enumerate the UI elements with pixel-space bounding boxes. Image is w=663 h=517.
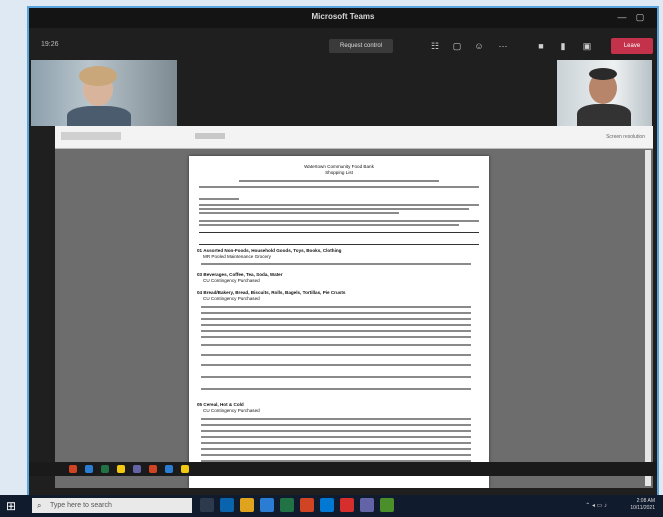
table-row [201, 418, 471, 420]
table-row [201, 454, 471, 456]
table-row [201, 324, 471, 326]
participant-body [577, 104, 631, 126]
subsection-heading: MR Pooled Maintenance Grocery [203, 254, 271, 259]
chat-icon[interactable]: ▢ [451, 40, 463, 52]
doc-line [199, 220, 479, 222]
scrollbar[interactable] [645, 150, 651, 486]
app-icon[interactable] [380, 498, 394, 512]
more-icon[interactable]: ⋯ [497, 40, 509, 52]
clock-time: 2:08 AM [636, 498, 655, 504]
meeting-timer: 19:26 [41, 41, 59, 48]
shared-screen: Screen resolution Watertown Community Fo… [55, 126, 653, 488]
table-row [201, 448, 471, 450]
app-icon[interactable] [69, 465, 77, 473]
table-header-rule [199, 232, 479, 233]
title-bar: Microsoft Teams — ▢ [29, 8, 657, 28]
doc-line [199, 224, 459, 226]
filmstrip-bar [29, 462, 657, 476]
table-row [201, 442, 471, 444]
section-heading: 05 Cereal, Hot & Cold [197, 402, 244, 407]
app-icon[interactable] [85, 465, 93, 473]
section-heading: 01 Assorted Non-Foods, Household Goods, … [197, 248, 342, 253]
app-icon[interactable] [101, 465, 109, 473]
taskbar-clock[interactable]: 2:08 AM 10/11/2021 [630, 498, 655, 512]
doc-line [199, 198, 239, 200]
pdf-tools[interactable] [61, 132, 121, 140]
doc-line [199, 212, 399, 214]
system-tray[interactable]: ⌃ ◂ ▭ ♪ [585, 502, 607, 509]
table-row [201, 344, 471, 346]
request-control-button[interactable]: Request control [329, 39, 393, 53]
table-row [201, 263, 471, 265]
table-row [201, 364, 471, 366]
table-row [201, 330, 471, 332]
participant-hair [589, 68, 617, 80]
doc-subtitle [239, 180, 439, 182]
section-heading: 03 Beverages, Coffee, Tea, Soda, Water [197, 272, 283, 277]
powerpoint-icon[interactable] [300, 498, 314, 512]
subsection-heading: CU Contingency Purchased [203, 278, 260, 283]
edge-icon[interactable] [220, 498, 234, 512]
mic-icon[interactable]: ▮ [557, 40, 569, 52]
table-row [201, 388, 471, 390]
app-icon[interactable] [149, 465, 157, 473]
clock-date: 10/11/2021 [630, 505, 655, 511]
file-explorer-icon[interactable] [240, 498, 254, 512]
participant-video-1[interactable] [31, 60, 177, 126]
participant-video-2[interactable] [557, 60, 652, 126]
pdf-toolbar: Screen resolution [55, 126, 653, 149]
doc-line [199, 204, 479, 206]
doc-line [199, 208, 469, 210]
outlook-icon[interactable] [320, 498, 334, 512]
windows-logo-icon[interactable]: ⊞ [6, 499, 16, 513]
table-row [201, 354, 471, 356]
document-page: Watertown Community Food Bank Shopping L… [189, 156, 489, 488]
table-row [201, 306, 471, 308]
camera-icon[interactable]: ■ [535, 40, 547, 52]
share-icon[interactable]: ▣ [581, 40, 593, 52]
table-row [201, 312, 471, 314]
excel-icon[interactable] [280, 498, 294, 512]
app-icon[interactable] [117, 465, 125, 473]
word-icon[interactable] [260, 498, 274, 512]
doc-title-2: Shopping List [325, 170, 353, 175]
table-row [201, 336, 471, 338]
table-row [201, 430, 471, 432]
maximize-icon[interactable]: ▢ [633, 11, 647, 23]
reactions-icon[interactable]: ☺ [473, 40, 485, 52]
task-view-icon[interactable] [200, 498, 214, 512]
app-icon[interactable] [165, 465, 173, 473]
participant-hair [79, 66, 117, 86]
section-heading: 04 Bread/Bakery, Bread, Biscuits, Rolls,… [197, 290, 346, 295]
taskbar-search-input[interactable]: ⌕ Type here to search [32, 498, 192, 513]
screen-resolution-label[interactable]: Screen resolution [606, 134, 645, 140]
acrobat-icon[interactable] [340, 498, 354, 512]
table-row [201, 424, 471, 426]
meeting-toolbar: 19:26 Request control ☷ ▢ ☺ ⋯ ■ ▮ ▣ Leav… [29, 28, 657, 62]
table-row [201, 436, 471, 438]
doc-line [199, 186, 479, 188]
table-row [201, 318, 471, 320]
table-header-rule [199, 244, 479, 245]
search-placeholder: Type here to search [50, 502, 112, 509]
search-icon: ⌕ [37, 501, 42, 510]
subsection-heading: CU Contingency Purchased [203, 408, 260, 413]
subsection-heading: CU Contingency Purchased [203, 296, 260, 301]
leave-button[interactable]: Leave [611, 38, 653, 54]
windows-taskbar: ⊞ ⌕ Type here to search ⌃ ◂ ▭ ♪ 2:08 AM … [0, 495, 663, 517]
participants-icon[interactable]: ☷ [429, 40, 441, 52]
teams-icon[interactable] [360, 498, 374, 512]
page-nav[interactable] [195, 133, 225, 139]
table-row [201, 376, 471, 378]
teams-window: Microsoft Teams — ▢ 19:26 Request contro… [27, 6, 659, 500]
app-icon[interactable] [181, 465, 189, 473]
participant-body [67, 106, 131, 126]
minimize-icon[interactable]: — [615, 11, 629, 23]
app-icon[interactable] [133, 465, 141, 473]
window-title: Microsoft Teams [311, 12, 375, 21]
